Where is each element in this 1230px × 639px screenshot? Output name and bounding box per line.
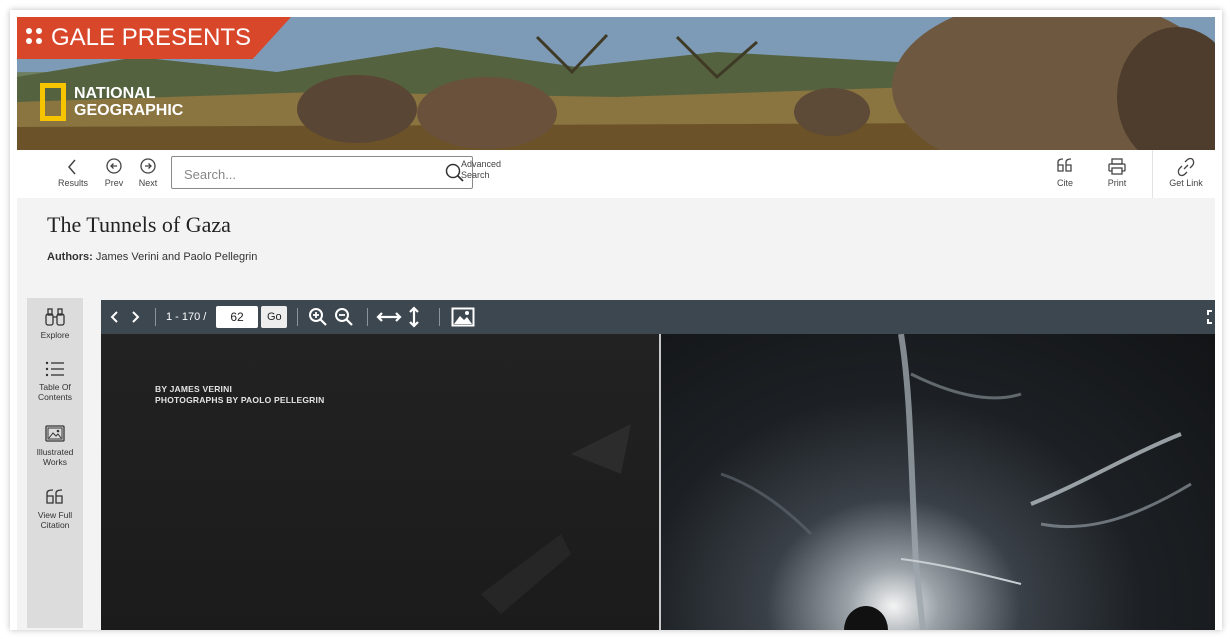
viewer-toolbar: 1 - 170 / Go: [101, 300, 1215, 334]
gale-presents-text: GALE PRESENTS: [51, 24, 252, 51]
document-toolbar: Results Prev Next Advanced Search Cite: [17, 150, 1215, 199]
cite-button[interactable]: Cite: [1053, 156, 1077, 188]
authors-value: James Verini and Paolo Pellegrin: [95, 251, 258, 263]
circle-arrow-right-icon: [140, 158, 156, 174]
search-input[interactable]: [182, 164, 436, 184]
natgeo-line1: NATIONAL: [74, 85, 156, 102]
page-viewer: 1 - 170 / Go: [101, 300, 1215, 630]
reader-area: Explore Table Of Contents Illustrated Wo…: [17, 286, 1215, 630]
fit-height-button[interactable]: [405, 306, 423, 328]
tunnel-photo: [720, 334, 1192, 630]
chevron-right-icon: [132, 311, 140, 323]
zoom-out-button[interactable]: [333, 306, 355, 328]
toolbar-separator: [155, 308, 156, 326]
view-full-citation-button[interactable]: View Full Citation: [27, 486, 83, 530]
citation-label-1: View Full: [37, 510, 73, 520]
fullscreen-icon: [1207, 310, 1212, 324]
illustrated-label-1: Illustrated: [36, 447, 74, 457]
zoom-in-icon: [309, 308, 327, 326]
image-gallery-icon: [45, 425, 65, 442]
page-title: The Tunnels of Gaza: [47, 212, 231, 237]
advanced-line2: Search: [461, 170, 490, 180]
print-label: Print: [1107, 178, 1127, 188]
chevron-left-icon: [110, 311, 118, 323]
results-label: Results: [57, 178, 88, 188]
fit-width-button[interactable]: [375, 306, 403, 328]
left-page-photo: [481, 424, 631, 614]
natgeo-frame-icon: [40, 83, 66, 121]
fullscreen-button[interactable]: [1201, 306, 1215, 328]
get-link-label: Get Link: [1169, 178, 1203, 188]
natgeo-line2: GEOGRAPHIC: [74, 102, 184, 119]
fit-height-icon: [409, 306, 419, 328]
toolbar-separator: [297, 308, 298, 326]
binoculars-icon: [45, 308, 65, 326]
image-icon: [451, 307, 475, 327]
gale-presents-tag: GALE PRESENTS: [17, 17, 292, 59]
image-view-button[interactable]: [449, 306, 477, 328]
advanced-line1: Advanced: [461, 159, 502, 169]
table-of-contents-button[interactable]: Table Of Contents: [27, 358, 83, 402]
fit-width-icon: [376, 312, 402, 322]
advanced-search-link[interactable]: Advanced Search: [461, 159, 501, 181]
authors-label: Authors:: [47, 251, 93, 263]
authors-line: Authors: James Verini and Paolo Pellegri…: [47, 251, 257, 263]
toolbar-separator: [367, 308, 368, 326]
side-tools-panel: Explore Table Of Contents Illustrated Wo…: [27, 298, 83, 628]
printer-icon: [1108, 158, 1126, 175]
document-header: The Tunnels of Gaza Authors: James Verin…: [17, 198, 1215, 286]
previous-page-button[interactable]: [107, 306, 123, 328]
next-button[interactable]: Next: [135, 156, 161, 188]
toolbar-divider: [1152, 150, 1153, 198]
circle-arrow-left-icon: [106, 158, 122, 174]
next-page-button[interactable]: [127, 306, 143, 328]
go-button[interactable]: Go: [261, 306, 287, 328]
quote-icon: [46, 489, 63, 504]
cite-label: Cite: [1056, 178, 1073, 188]
explore-label: Explore: [40, 330, 70, 340]
zoom-in-button[interactable]: [307, 306, 329, 328]
illustrated-label-2: Works: [43, 457, 67, 467]
get-link-button[interactable]: Get Link: [1166, 156, 1206, 188]
illustrated-works-button[interactable]: Illustrated Works: [27, 423, 83, 467]
citation-label-2: Citation: [40, 520, 70, 530]
prev-button[interactable]: Prev: [102, 156, 126, 188]
gale-logo-icon: [26, 28, 42, 44]
toc-label-1: Table Of: [39, 382, 71, 392]
quote-icon: [1057, 158, 1072, 172]
page-range-text: 1 - 170 /: [166, 311, 207, 323]
link-icon: [1177, 157, 1195, 177]
list-icon: [45, 361, 64, 377]
next-label: Next: [138, 178, 158, 188]
results-button[interactable]: Results: [55, 156, 91, 188]
right-page-image: [661, 334, 1215, 630]
explore-button[interactable]: Explore: [27, 306, 83, 340]
prev-label: Prev: [104, 178, 124, 188]
page-number-input[interactable]: [216, 306, 258, 328]
chevron-left-icon: [68, 159, 76, 175]
toolbar-separator: [439, 308, 440, 326]
search-box: [171, 156, 473, 189]
toc-label-2: Contents: [37, 392, 73, 402]
print-button[interactable]: Print: [1105, 156, 1129, 188]
zoom-out-icon: [335, 308, 353, 326]
natgeo-logo: NATIONAL GEOGRAPHIC: [40, 83, 183, 121]
left-page-image: BY JAMES VERINI PHOTOGRAPHS BY PAOLO PEL…: [101, 334, 659, 630]
